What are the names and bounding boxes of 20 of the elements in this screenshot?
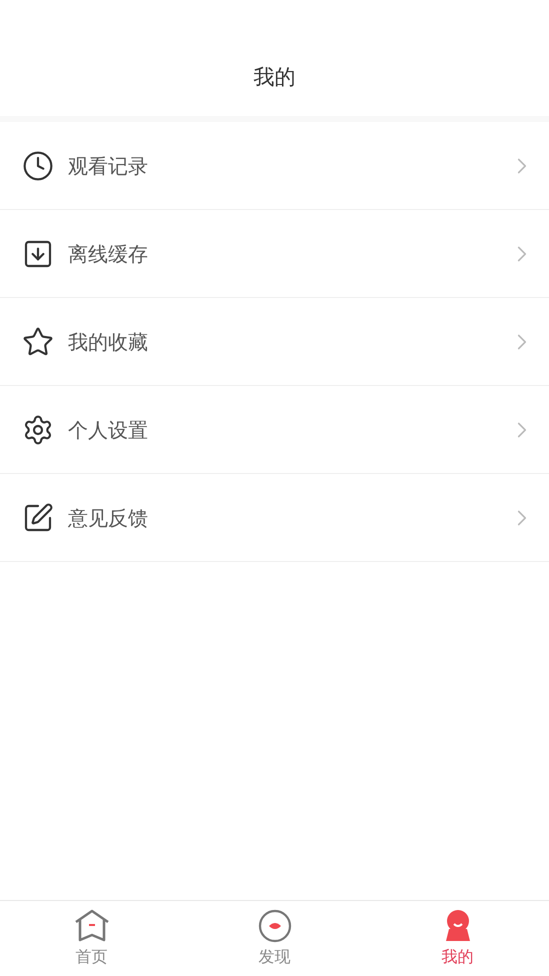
edit-icon: [22, 502, 54, 534]
page-title: 我的: [254, 64, 296, 92]
menu-item[interactable]: 意见反馈: [0, 474, 549, 562]
nav-tab[interactable]: 首页: [0, 901, 183, 976]
star-icon: [22, 326, 54, 358]
menu-label: 意见反馈: [68, 504, 149, 532]
nav-tab[interactable]: 发现: [183, 901, 366, 976]
menu-label: 个人设置: [68, 416, 149, 444]
settings-icon: [22, 414, 54, 446]
clock-icon: [22, 150, 54, 182]
nav-tab[interactable]: 我的: [366, 901, 549, 976]
menu-label: 我的收藏: [68, 328, 149, 356]
menu-item[interactable]: 我的收藏: [0, 298, 549, 386]
menu-item[interactable]: 个人设置: [0, 386, 549, 474]
menu-label: 观看记录: [68, 152, 149, 180]
menu-item[interactable]: 离线缓存: [0, 210, 549, 298]
compass-icon: [258, 908, 292, 942]
home-icon: [72, 908, 110, 942]
menu-item[interactable]: 观看记录: [0, 122, 549, 210]
menu-label: 离线缓存: [68, 240, 149, 268]
